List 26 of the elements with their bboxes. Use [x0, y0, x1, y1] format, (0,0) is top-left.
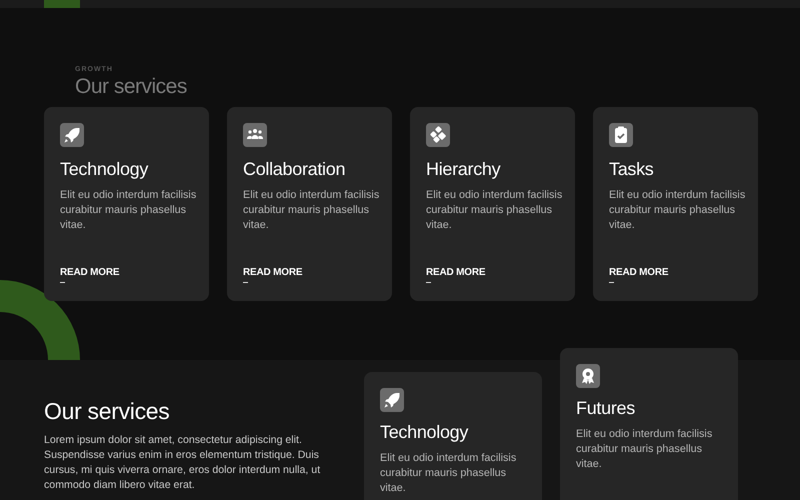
rocket-icon [380, 388, 404, 412]
read-more-link[interactable]: READ MORE [243, 267, 302, 278]
card-description: Elit eu odio interdum facilisis curabitur mauris phasellus vitae. [576, 427, 714, 472]
read-more-link[interactable]: READ MORE [60, 267, 120, 278]
read-more-link[interactable]: READ MORE [426, 267, 486, 278]
card-description: Elit eu odio interdum facilisis curabitur mauris phasellus vitae. [380, 451, 518, 496]
card-description: Elit eu odio interdum facilisis curabitur mauris phasellus vitae. [243, 188, 380, 233]
card-description: Elit eu odio interdum facilisis curabitur mauris phasellus vitae. [426, 188, 564, 233]
section-heading: Our services [75, 75, 187, 99]
section-paragraph: Lorem ipsum dolor sit amet, consectetur adipiscing elit. Suspendisse varius enim in eros elementum tristique. Duis cursus, mi quis viverra ornare, eros dolor interdum nulla, ut commodo diam libero vitae erat. [44, 433, 322, 493]
people-icon [243, 123, 267, 147]
card-title: Collaboration [243, 159, 346, 180]
badge-icon [576, 364, 600, 388]
rocket-icon [60, 123, 84, 147]
card-title: Futures [576, 398, 635, 419]
card-title: Hierarchy [426, 159, 500, 180]
card-title: Technology [60, 159, 148, 180]
read-more-link[interactable]: READ MORE [609, 267, 668, 278]
card-description: Elit eu odio interdum facilisis curabitur mauris phasellus vitae. [60, 188, 198, 233]
clipboard-icon [609, 123, 633, 147]
accent-bar-drawing [44, 0, 80, 8]
card-title: Technology [380, 422, 468, 443]
diamonds-icon [426, 123, 450, 147]
card-title: Tasks [609, 159, 654, 180]
section-heading: Our services [44, 398, 170, 425]
card-description: Elit eu odio interdum facilisis curabitur mauris phasellus vitae. [609, 188, 746, 233]
